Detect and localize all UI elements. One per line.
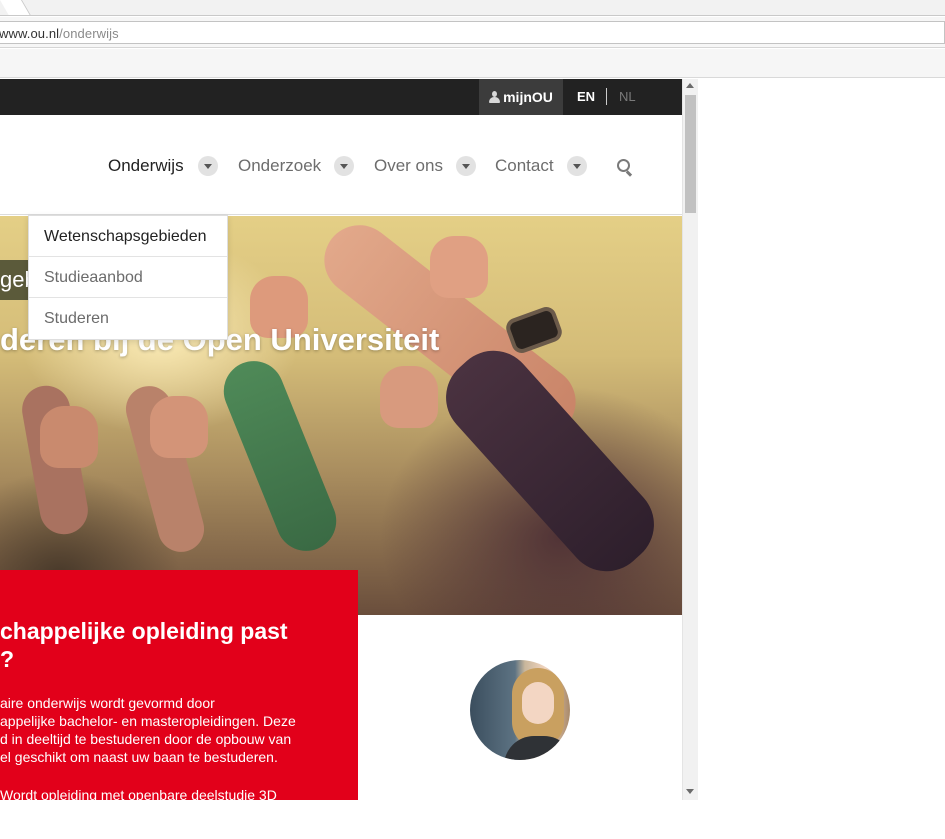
promo-body: aire onderwijs wordt gevormd door appeli…: [0, 694, 340, 766]
scroll-down-arrow-icon[interactable]: [686, 789, 694, 794]
mijnou-label: mijnOU: [503, 89, 553, 105]
hero-arm: [214, 352, 346, 560]
hero-thumb: [380, 366, 438, 428]
page-viewport: mijnOU EN NL Onderwijs Onderzoek Over on…: [0, 79, 698, 800]
hero-thumb: [40, 406, 98, 468]
chevron-down-icon[interactable]: [198, 156, 218, 176]
chevron-down-icon[interactable]: [334, 156, 354, 176]
promo-title-line: ?: [0, 646, 15, 672]
url-input[interactable]: www.ou.nl/onderwijs: [0, 21, 945, 44]
dropdown-item-studeren[interactable]: Studeren: [29, 298, 227, 339]
nav-item-contact[interactable]: Contact: [495, 156, 554, 176]
vertical-scrollbar[interactable]: [682, 79, 698, 800]
empty-area: [698, 79, 945, 839]
utility-bar: mijnOU EN NL: [0, 79, 682, 115]
nav-item-onderzoek[interactable]: Onderzoek: [238, 156, 321, 176]
mijnou-button[interactable]: mijnOU: [479, 79, 563, 115]
language-divider: [606, 88, 607, 105]
promo-body-line: appelijke bachelor- en masteropleidingen…: [0, 713, 296, 729]
user-icon: [489, 90, 501, 104]
url-host: www.ou.nl: [0, 26, 60, 41]
promo-body-line: el geschikt om naast uw baan te bestuder…: [0, 749, 278, 765]
nav-item-over-ons[interactable]: Over ons: [374, 156, 443, 176]
hero-watch: [503, 304, 565, 356]
dropdown-item-wetenschapsgebieden[interactable]: Wetenschapsgebieden: [29, 216, 227, 257]
chevron-down-icon[interactable]: [567, 156, 587, 176]
promo-box: chappelijke opleiding past ? aire onderw…: [0, 570, 358, 800]
hero-tag: geb: [0, 260, 30, 300]
search-icon[interactable]: [617, 159, 633, 175]
browser-address-bar: www.ou.nl/onderwijs: [0, 17, 945, 48]
empty-area-bottom: [0, 800, 945, 839]
promo-title-line: chappelijke opleiding past: [0, 618, 288, 644]
main-header: Onderwijs Onderzoek Over ons Contact: [0, 115, 682, 215]
hero-thumb: [150, 396, 208, 458]
chevron-down-icon[interactable]: [456, 156, 476, 176]
language-nl-link[interactable]: NL: [619, 89, 636, 104]
avatar-face: [522, 682, 554, 724]
promo-body-line: d in deeltijd te bestuderen door de opbo…: [0, 731, 292, 747]
onderwijs-dropdown-menu: Wetenschapsgebieden Studieaanbod Studere…: [28, 215, 228, 340]
promo-title: chappelijke opleiding past ?: [0, 617, 340, 673]
promo-more-text: Wordt opleiding met openbare deelstudie …: [0, 787, 277, 800]
url-text: www.ou.nl/onderwijs: [0, 26, 119, 41]
scrollbar-thumb[interactable]: [685, 95, 696, 213]
browser-tab[interactable]: [0, 0, 31, 15]
bookmark-bar: [0, 49, 945, 78]
student-avatar: [470, 660, 570, 760]
hero-thumb: [430, 236, 488, 298]
browser-tab-strip: [0, 0, 945, 16]
dropdown-item-studieaanbod[interactable]: Studieaanbod: [29, 257, 227, 298]
nav-item-onderwijs[interactable]: Onderwijs: [108, 156, 184, 176]
scroll-up-arrow-icon[interactable]: [686, 83, 694, 88]
language-en-link[interactable]: EN: [577, 89, 595, 104]
promo-body-line: aire onderwijs wordt gevormd door: [0, 695, 215, 711]
url-path: /onderwijs: [59, 26, 119, 41]
avatar-shirt: [504, 736, 570, 760]
